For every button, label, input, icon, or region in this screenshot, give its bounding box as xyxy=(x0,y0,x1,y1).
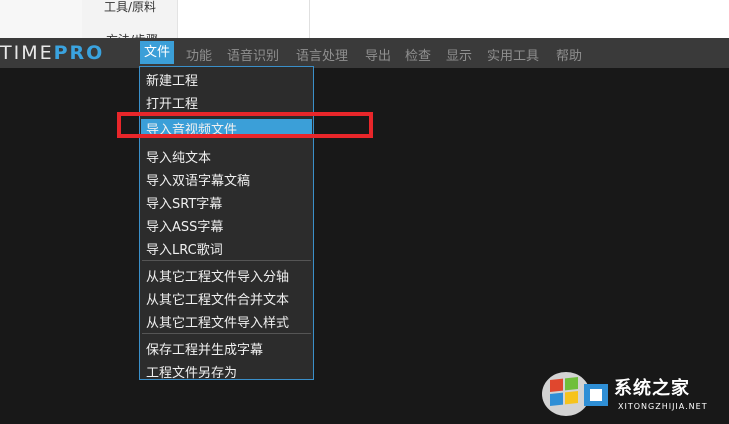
app-menubar: TIMEPRO 文件 功能 语音识别 语言处理 导出 检查 显示 实用工具 帮助 xyxy=(0,38,729,68)
menu-item-open-project[interactable]: 打开工程 xyxy=(146,93,198,112)
menu-help[interactable]: 帮助 xyxy=(556,45,582,64)
logo-prefix: TIME xyxy=(0,42,54,64)
menu-item-merge-text[interactable]: 从其它工程文件合并文本 xyxy=(146,289,289,308)
background-divider xyxy=(309,0,310,38)
menu-separator xyxy=(142,260,311,261)
menu-separator xyxy=(142,333,311,334)
app-logo: TIMEPRO xyxy=(0,42,104,64)
menu-item-import-axis[interactable]: 从其它工程文件导入分轴 xyxy=(146,266,289,285)
background-item-steps[interactable]: 方法/步骤 xyxy=(106,31,158,38)
menu-function[interactable]: 功能 xyxy=(186,45,212,64)
site-watermark: 系统之家 XITONGZHIJIA.NET xyxy=(538,362,728,420)
menu-language-processing[interactable]: 语言处理 xyxy=(296,45,348,64)
logo-suffix: PRO xyxy=(53,42,105,64)
menu-speech-recognition[interactable]: 语音识别 xyxy=(227,45,279,64)
menu-export[interactable]: 导出 xyxy=(365,45,391,64)
menu-item-import-style[interactable]: 从其它工程文件导入样式 xyxy=(146,312,289,331)
menu-utilities[interactable]: 实用工具 xyxy=(487,45,539,64)
watermark-title: 系统之家 xyxy=(614,378,690,399)
menu-file[interactable]: 文件 xyxy=(140,41,175,64)
menu-item-import-srt[interactable]: 导入SRT字幕 xyxy=(146,193,222,212)
menu-item-import-plain-text[interactable]: 导入纯文本 xyxy=(146,147,211,166)
menu-item-import-bilingual[interactable]: 导入双语字幕文稿 xyxy=(146,170,250,189)
menu-item-save-generate[interactable]: 保存工程并生成字幕 xyxy=(146,339,263,358)
windows-logo-icon xyxy=(542,372,608,416)
watermark-subtitle: XITONGZHIJIA.NET xyxy=(618,402,708,411)
menu-item-save-as[interactable]: 工程文件另存为 xyxy=(146,362,237,381)
menu-display[interactable]: 显示 xyxy=(446,45,472,64)
menu-check[interactable]: 检查 xyxy=(405,45,431,64)
menu-item-import-lrc[interactable]: 导入LRC歌词 xyxy=(146,239,223,258)
background-item-tools[interactable]: 工具/原料 xyxy=(104,0,156,15)
background-left-column xyxy=(0,0,83,38)
background-steps-column: 工具/原料 方法/步骤 xyxy=(82,0,178,38)
menu-item-import-ass[interactable]: 导入ASS字幕 xyxy=(146,216,223,235)
menu-item-new-project[interactable]: 新建工程 xyxy=(146,70,198,89)
background-page-strip: 工具/原料 方法/步骤 xyxy=(0,0,729,38)
annotation-highlight-box xyxy=(117,112,373,138)
